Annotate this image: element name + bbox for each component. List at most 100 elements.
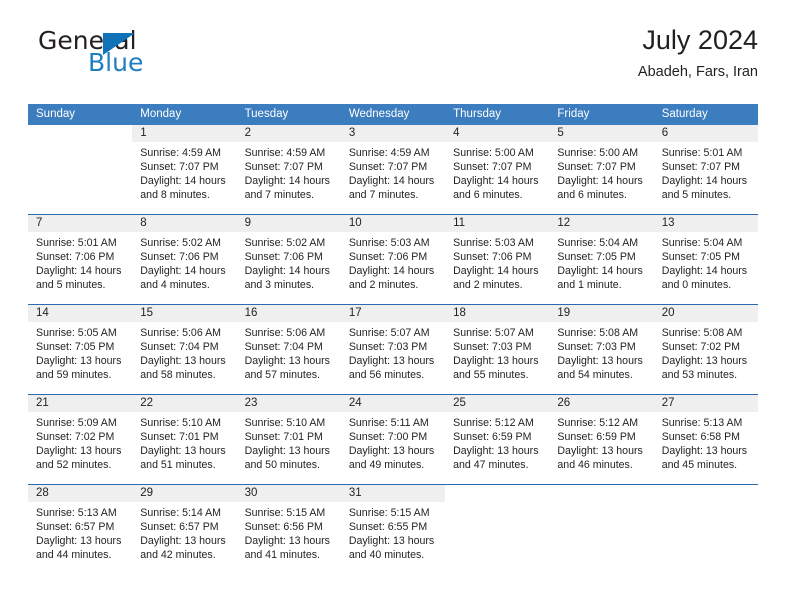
day-detail-line: Daylight: 13 hours bbox=[36, 355, 122, 368]
calendar-day-cell[interactable]: 9 Sunrise: 5:02 AM Sunset: 7:06 PM Daylight… bbox=[236, 215, 341, 304]
day-detail-line: Daylight: 14 hours bbox=[348, 265, 435, 278]
calendar-day-cell[interactable]: 20 Sunrise: 5:08 AM Sunset: 7:02 PM Dayligh… bbox=[653, 305, 758, 394]
day-number: 27 bbox=[653, 395, 758, 412]
day-detail-line: and 55 minutes. bbox=[453, 369, 529, 382]
day-details: Sunrise: 5:04 AM Sunset: 7:05 PM Daylight:… bbox=[549, 232, 653, 292]
day-details: Sunrise: 5:03 AM Sunset: 7:06 PM Daylight:… bbox=[445, 232, 549, 292]
calendar-day-cell[interactable]: 13 Sunrise: 5:04 AM Sunset: 7:05 PM Dayligh… bbox=[653, 215, 758, 304]
day-detail-line: Sunset: 7:04 PM bbox=[244, 341, 323, 354]
calendar-day-cell[interactable]: 11 Sunrise: 5:03 AM Sunset: 7:06 PM Dayligh… bbox=[445, 215, 550, 304]
day-detail-line: Sunrise: 4:59 AM bbox=[348, 147, 430, 159]
day-details: Sunrise: 5:14 AM Sunset: 6:57 PM Daylight:… bbox=[132, 502, 236, 562]
day-details: Sunrise: 5:15 AM Sunset: 6:55 PM Daylight:… bbox=[341, 502, 445, 562]
day-detail-line: Sunrise: 4:59 AM bbox=[140, 147, 221, 159]
calendar-day-cell[interactable]: 28 Sunrise: 5:13 AM Sunset: 6:57 PM Dayligh… bbox=[28, 485, 133, 574]
day-number: 18 bbox=[445, 305, 550, 322]
day-details: Sunrise: 4:59 AM Sunset: 7:07 PM Daylight:… bbox=[341, 142, 445, 202]
day-number: 25 bbox=[445, 395, 550, 412]
day-detail-line: and 7 minutes. bbox=[244, 189, 315, 202]
day-details: Sunrise: 5:04 AM Sunset: 7:05 PM Daylight:… bbox=[654, 232, 758, 292]
calendar-day-cell[interactable]: 25 Sunrise: 5:12 AM Sunset: 6:59 PM Dayligh… bbox=[445, 395, 550, 484]
calendar-day-cell[interactable]: 27 Sunrise: 5:13 AM Sunset: 6:58 PM Dayligh… bbox=[653, 395, 758, 484]
day-details: Sunrise: 5:02 AM Sunset: 7:06 PM Daylight:… bbox=[132, 232, 236, 292]
day-detail-line: Sunrise: 5:13 AM bbox=[661, 417, 743, 429]
day-detail-line: and 59 minutes. bbox=[36, 369, 112, 382]
logo-text-blue: Blue bbox=[88, 48, 144, 77]
day-detail-line: Daylight: 14 hours bbox=[244, 175, 330, 188]
calendar-day-cell[interactable]: 1 Sunrise: 4:59 AM Sunset: 7:07 PM Daylight… bbox=[132, 125, 237, 214]
calendar-day-cell[interactable]: 19 Sunrise: 5:08 AM Sunset: 7:03 PM Dayligh… bbox=[549, 305, 654, 394]
day-detail-line: Daylight: 13 hours bbox=[244, 445, 330, 458]
day-detail-line: Sunrise: 5:10 AM bbox=[140, 417, 221, 429]
day-detail-line: Sunset: 7:01 PM bbox=[140, 431, 219, 444]
calendar-day-cell[interactable]: 12 Sunrise: 5:04 AM Sunset: 7:05 PM Dayligh… bbox=[549, 215, 654, 304]
calendar-day-cell[interactable]: 4 Sunrise: 5:00 AM Sunset: 7:07 PM Daylight… bbox=[445, 125, 550, 214]
day-number: 29 bbox=[132, 485, 237, 502]
day-number: 7 bbox=[28, 215, 133, 232]
calendar-day-cell[interactable]: 8 Sunrise: 5:02 AM Sunset: 7:06 PM Daylight… bbox=[132, 215, 237, 304]
day-number: 26 bbox=[549, 395, 654, 412]
day-details: Sunrise: 5:10 AM Sunset: 7:01 PM Daylight:… bbox=[132, 412, 236, 472]
day-detail-line: and 47 minutes. bbox=[453, 459, 529, 472]
calendar-day-cell[interactable]: 2 Sunrise: 4:59 AM Sunset: 7:07 PM Daylight… bbox=[236, 125, 341, 214]
day-detail-line: Sunrise: 5:04 AM bbox=[557, 237, 639, 249]
day-detail-line: Sunrise: 5:02 AM bbox=[140, 237, 221, 249]
day-detail-line: Sunrise: 5:06 AM bbox=[244, 327, 326, 339]
day-details: Sunrise: 5:08 AM Sunset: 7:03 PM Daylight:… bbox=[549, 322, 653, 382]
day-number: 19 bbox=[549, 305, 654, 322]
calendar-day-cell[interactable]: 23 Sunrise: 5:10 AM Sunset: 7:01 PM Dayligh… bbox=[236, 395, 341, 484]
day-details bbox=[445, 502, 549, 506]
day-detail-line: Sunrise: 5:03 AM bbox=[348, 237, 430, 249]
weekday-header-friday: Friday bbox=[557, 108, 590, 120]
calendar-day-cell[interactable]: 10 Sunrise: 5:03 AM Sunset: 7:06 PM Dayligh… bbox=[340, 215, 446, 304]
day-detail-line: Daylight: 13 hours bbox=[557, 445, 643, 458]
day-detail-line: Daylight: 14 hours bbox=[348, 175, 435, 188]
calendar-day-cell[interactable]: 18 Sunrise: 5:07 AM Sunset: 7:03 PM Dayligh… bbox=[445, 305, 550, 394]
calendar-day-cell[interactable]: 22 Sunrise: 5:10 AM Sunset: 7:01 PM Dayligh… bbox=[132, 395, 237, 484]
day-detail-line: Sunset: 7:07 PM bbox=[453, 161, 532, 174]
day-detail-line: and 42 minutes. bbox=[140, 549, 216, 562]
day-detail-line: and 5 minutes. bbox=[36, 279, 106, 292]
calendar-day-cell[interactable]: 24 Sunrise: 5:11 AM Sunset: 7:00 PM Dayligh… bbox=[340, 395, 446, 484]
calendar-day-cell[interactable]: 15 Sunrise: 5:06 AM Sunset: 7:04 PM Dayligh… bbox=[132, 305, 237, 394]
day-number: 17 bbox=[340, 305, 446, 322]
day-detail-line: and 2 minutes. bbox=[453, 279, 523, 292]
day-detail-line: Sunset: 7:00 PM bbox=[348, 431, 428, 444]
day-number: 8 bbox=[132, 215, 237, 232]
day-detail-line: Daylight: 13 hours bbox=[661, 445, 748, 458]
calendar-day-cell[interactable]: 31 Sunrise: 5:15 AM Sunset: 6:55 PM Dayligh… bbox=[340, 485, 446, 574]
calendar-page: General Blue July 2024 Abadeh, Fars, Ira… bbox=[0, 0, 792, 612]
calendar-day-cell[interactable]: 6 Sunrise: 5:01 AM Sunset: 7:07 PM Daylight… bbox=[653, 125, 758, 214]
day-number: 13 bbox=[653, 215, 758, 232]
day-number bbox=[653, 485, 758, 502]
day-detail-line: Daylight: 13 hours bbox=[140, 535, 226, 548]
day-detail-line: Sunrise: 5:01 AM bbox=[661, 147, 743, 159]
day-detail-line: Daylight: 14 hours bbox=[453, 175, 539, 188]
day-details: Sunrise: 5:00 AM Sunset: 7:07 PM Daylight:… bbox=[549, 142, 653, 202]
day-detail-line: Daylight: 13 hours bbox=[453, 355, 539, 368]
calendar-day-cell[interactable]: 7 Sunrise: 5:01 AM Sunset: 7:06 PM Daylight… bbox=[28, 215, 133, 304]
calendar-day-cell[interactable]: 26 Sunrise: 5:12 AM Sunset: 6:59 PM Dayligh… bbox=[549, 395, 654, 484]
day-detail-line: and 45 minutes. bbox=[661, 459, 738, 472]
calendar-day-cell[interactable]: 30 Sunrise: 5:15 AM Sunset: 6:56 PM Dayligh… bbox=[236, 485, 341, 574]
day-detail-line: Sunrise: 5:15 AM bbox=[244, 507, 326, 519]
day-detail-line: Daylight: 14 hours bbox=[36, 265, 122, 278]
day-detail-line: Sunrise: 5:08 AM bbox=[557, 327, 639, 339]
day-detail-line: Daylight: 14 hours bbox=[557, 265, 643, 278]
calendar-day-cell[interactable]: 17 Sunrise: 5:07 AM Sunset: 7:03 PM Dayligh… bbox=[340, 305, 446, 394]
day-number bbox=[445, 485, 550, 502]
day-detail-line: Sunset: 7:07 PM bbox=[557, 161, 636, 174]
calendar-day-cell-empty bbox=[653, 485, 758, 574]
calendar-day-cell[interactable]: 14 Sunrise: 5:05 AM Sunset: 7:05 PM Dayligh… bbox=[28, 305, 133, 394]
day-detail-line: Sunset: 7:03 PM bbox=[348, 341, 428, 354]
calendar-day-cell[interactable]: 16 Sunrise: 5:06 AM Sunset: 7:04 PM Dayligh… bbox=[236, 305, 341, 394]
calendar-day-cell[interactable]: 29 Sunrise: 5:14 AM Sunset: 6:57 PM Dayligh… bbox=[132, 485, 237, 574]
day-details: Sunrise: 5:07 AM Sunset: 7:03 PM Daylight:… bbox=[341, 322, 445, 382]
day-detail-line: Sunrise: 5:03 AM bbox=[453, 237, 534, 249]
calendar-day-cell[interactable]: 21 Sunrise: 5:09 AM Sunset: 7:02 PM Dayligh… bbox=[28, 395, 133, 484]
calendar-day-cell[interactable]: 3 Sunrise: 4:59 AM Sunset: 7:07 PM Daylight… bbox=[340, 125, 446, 214]
calendar-day-cell[interactable]: 5 Sunrise: 5:00 AM Sunset: 7:07 PM Daylight… bbox=[549, 125, 654, 214]
day-details: Sunrise: 5:01 AM Sunset: 7:06 PM Daylight:… bbox=[28, 232, 132, 292]
day-detail-line: Daylight: 13 hours bbox=[36, 445, 122, 458]
day-detail-line: Sunset: 7:06 PM bbox=[453, 251, 532, 264]
